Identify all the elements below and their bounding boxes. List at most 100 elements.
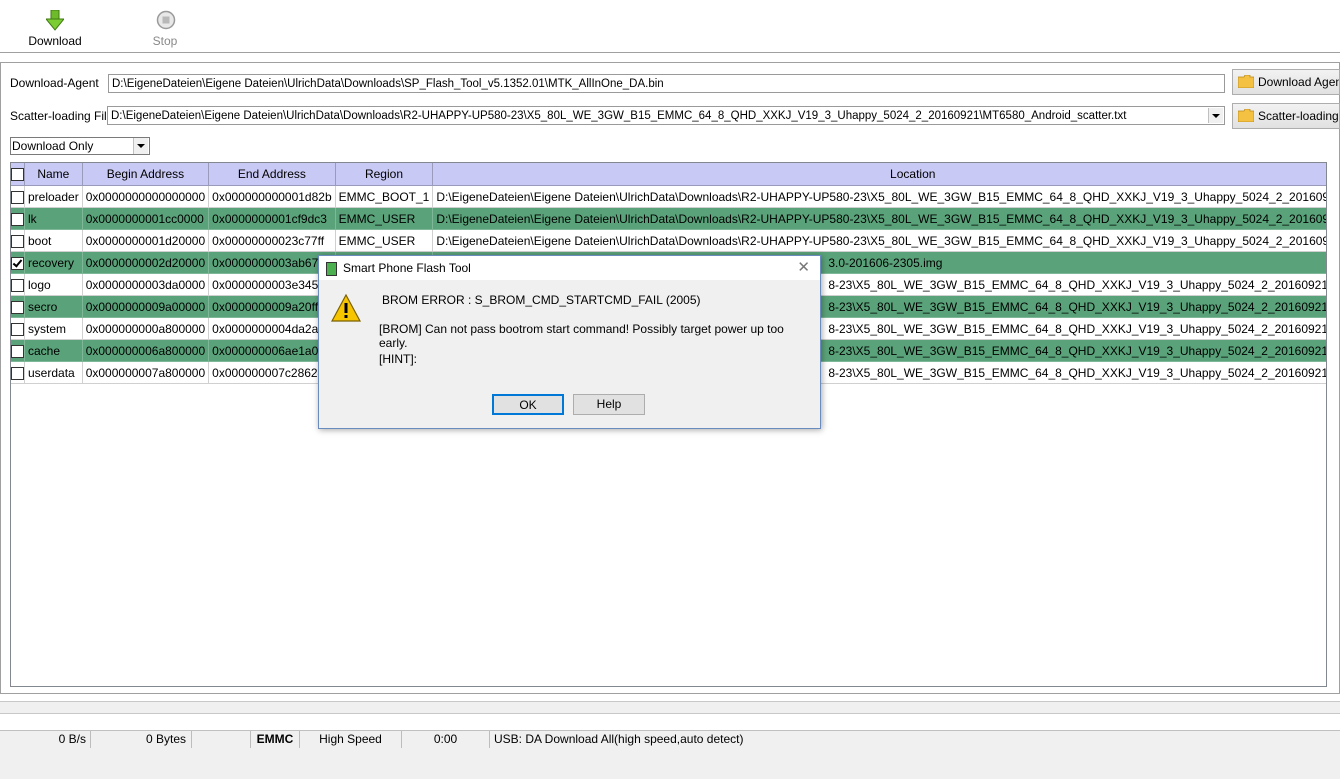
select-all-checkbox[interactable] (11, 163, 25, 186)
status-usb-speed: High Speed (300, 731, 402, 748)
cell-location: D:\EigeneDateien\Eigene Dateien\UlrichDa… (432, 185, 1326, 208)
help-button[interactable]: Help (573, 394, 645, 415)
folder-icon (1238, 109, 1254, 122)
download-button[interactable]: Download (20, 8, 90, 50)
cell-name: cache (24, 339, 83, 362)
cell-end-address: 0x0000000009a20ff (208, 295, 336, 318)
table-row[interactable]: boot 0x0000000001d20000 0x00000000023c77… (11, 229, 1326, 252)
row-checkbox[interactable] (11, 229, 25, 252)
scatter-file-combo[interactable]: D:\EigeneDateien\Eigene Dateien\UlrichDa… (107, 106, 1225, 125)
table-row[interactable]: preloader 0x0000000000000000 0x000000000… (11, 185, 1326, 208)
checkbox-icon (11, 168, 24, 182)
cell-begin-address: 0x0000000001cc0000 (82, 207, 210, 230)
cell-end-address: 0x0000000003e3451 (208, 273, 336, 296)
stop-label: Stop (152, 34, 178, 48)
checkbox-icon (11, 278, 24, 292)
status-storage-type: EMMC (251, 731, 300, 748)
checkbox-icon (11, 344, 24, 358)
download-agent-label: Download-Agent (10, 76, 99, 90)
download-label: Download (28, 34, 82, 48)
cell-end-address: 0x0000000003ab67 (208, 251, 336, 274)
cell-name: system (24, 317, 83, 340)
dialog-title: Smart Phone Flash Tool (343, 261, 471, 275)
checkbox-icon (11, 234, 24, 248)
progress-bar (0, 701, 1340, 714)
download-agent-path-field[interactable]: D:\EigeneDateien\Eigene Dateien\UlrichDa… (108, 74, 1225, 93)
column-header-region[interactable]: Region (335, 163, 434, 186)
download-agent-button-label: Download Agent (1258, 75, 1340, 89)
dialog-hint: [HINT]: (379, 352, 417, 366)
row-checkbox[interactable] (11, 185, 25, 208)
status-spacer (192, 731, 251, 748)
cell-end-address: 0x00000000023c77ff (208, 229, 336, 252)
cell-name: secro (24, 295, 83, 318)
status-transfer-speed: 0 B/s (0, 731, 91, 748)
dialog-title-bar[interactable]: Smart Phone Flash Tool ✕ (319, 256, 820, 280)
stop-icon (156, 10, 176, 30)
cell-region: EMMC_USER (335, 207, 434, 230)
ok-button[interactable]: OK (492, 394, 564, 415)
row-checkbox[interactable] (11, 273, 25, 296)
status-usb-mode: USB: DA Download All(high speed,auto det… (494, 732, 744, 746)
cell-begin-address: 0x000000000a800000 (82, 317, 210, 340)
cell-begin-address: 0x000000006a800000 (82, 339, 210, 362)
download-arrow-icon (46, 10, 64, 31)
table-header-row: Name Begin Address End Address Region Lo… (11, 163, 1326, 186)
cell-begin-address: 0x000000007a800000 (82, 361, 210, 384)
cell-region: EMMC_BOOT_1 (335, 185, 434, 208)
chevron-down-icon[interactable] (133, 138, 148, 154)
warning-icon (331, 294, 361, 322)
checkbox-icon (11, 322, 24, 336)
download-agent-button[interactable]: Download Agent (1232, 69, 1340, 95)
error-dialog: Smart Phone Flash Tool ✕ BROM ERROR : S_… (318, 255, 821, 429)
row-checkbox[interactable] (11, 295, 25, 318)
folder-icon (1238, 75, 1254, 88)
column-header-end-address[interactable]: End Address (208, 163, 336, 186)
row-checkbox[interactable] (11, 317, 25, 340)
cell-begin-address: 0x0000000003da0000 (82, 273, 210, 296)
close-icon[interactable]: ✕ (797, 260, 810, 275)
column-header-begin-address[interactable]: Begin Address (82, 163, 210, 186)
cell-begin-address: 0x0000000002d20000 (82, 251, 210, 274)
cell-name: lk (24, 207, 83, 230)
dialog-error-message: [BROM] Can not pass bootrom start comman… (379, 322, 784, 350)
cell-begin-address: 0x0000000000000000 (82, 185, 210, 208)
cell-begin-address: 0x0000000009a00000 (82, 295, 210, 318)
cell-begin-address: 0x0000000001d20000 (82, 229, 210, 252)
status-elapsed-time: 0:00 (402, 731, 490, 748)
cell-name: boot (24, 229, 83, 252)
scatter-loading-button-label: Scatter-loading (1258, 109, 1339, 123)
cell-end-address: 0x000000007c28624 (208, 361, 336, 384)
cell-name: recovery (24, 251, 83, 274)
cell-end-address: 0x0000000001cf9dc3 (208, 207, 336, 230)
download-mode-select[interactable]: Download Only (10, 137, 150, 155)
cell-name: logo (24, 273, 83, 296)
row-checkbox[interactable] (11, 207, 25, 230)
cell-region: EMMC_USER (335, 229, 434, 252)
cell-location: D:\EigeneDateien\Eigene Dateien\UlrichDa… (432, 207, 1326, 230)
column-header-name[interactable]: Name (24, 163, 83, 186)
scatter-file-path: D:\EigeneDateien\Eigene Dateien\UlrichDa… (111, 110, 1127, 122)
dialog-error-code: BROM ERROR : S_BROM_CMD_STARTCMD_FAIL (2… (382, 293, 701, 307)
cell-name: userdata (24, 361, 83, 384)
cell-end-address: 0x000000000001d82b (208, 185, 336, 208)
checkbox-checked-icon (11, 256, 24, 270)
stop-button[interactable]: Stop (130, 8, 200, 50)
cell-location: D:\EigeneDateien\Eigene Dateien\UlrichDa… (432, 229, 1326, 252)
cell-name: preloader (24, 185, 83, 208)
checkbox-icon (11, 300, 24, 314)
row-checkbox[interactable] (11, 251, 25, 274)
table-row[interactable]: lk 0x0000000001cc0000 0x0000000001cf9dc3… (11, 207, 1326, 230)
download-mode-value: Download Only (12, 139, 94, 153)
status-bytes: 0 Bytes (91, 731, 192, 748)
chevron-down-icon[interactable] (1208, 108, 1223, 123)
column-header-location[interactable]: Location (432, 163, 1326, 186)
scatter-file-label: Scatter-loading File (10, 109, 114, 123)
row-checkbox[interactable] (11, 361, 25, 384)
cell-end-address: 0x0000000004da2ac6 (208, 317, 336, 340)
app-phone-icon (326, 262, 337, 276)
cell-end-address: 0x000000006ae1a0c (208, 339, 336, 362)
row-checkbox[interactable] (11, 339, 25, 362)
scatter-loading-button[interactable]: Scatter-loading (1232, 103, 1340, 129)
checkbox-icon (11, 366, 24, 380)
